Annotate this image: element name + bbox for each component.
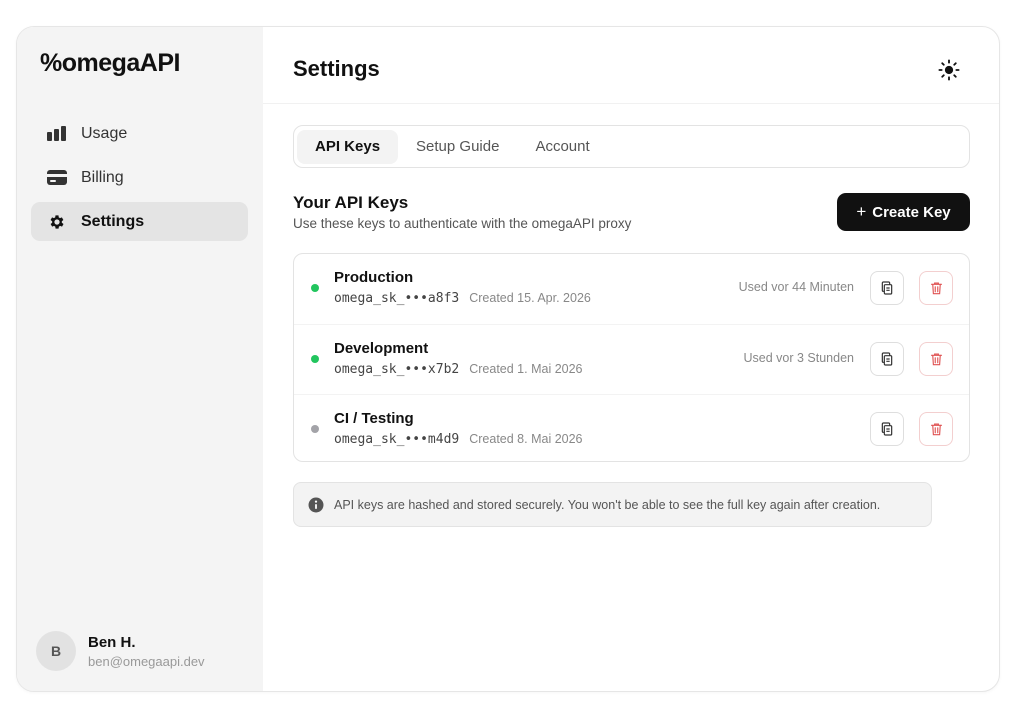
sidebar-item-settings[interactable]: Settings [31, 202, 248, 241]
sidebar: %omegaAPI Usage Billing Settings B Ben H… [17, 27, 263, 691]
api-key-row: Production omega_sk_•••a8f3 Created 15. … [294, 254, 969, 323]
user-profile[interactable]: B Ben H. ben@omegaapi.dev [36, 631, 205, 671]
api-key-list: Production omega_sk_•••a8f3 Created 15. … [293, 253, 970, 462]
tab-account[interactable]: Account [517, 130, 607, 164]
status-dot [311, 284, 319, 292]
delete-key-button[interactable] [919, 412, 953, 446]
trash-icon [930, 423, 942, 436]
key-mask: omega_sk_•••m4d9 [334, 432, 460, 447]
tab-api-keys[interactable]: API Keys [297, 129, 399, 164]
key-name: Development [334, 340, 429, 357]
bar-chart-icon [47, 124, 67, 144]
sidebar-item-label: Billing [81, 168, 124, 186]
settings-tabs: API Keys Setup Guide Account [293, 125, 970, 168]
create-key-button[interactable]: + Create Key [837, 193, 970, 231]
avatar: B [36, 631, 76, 671]
app-logo[interactable]: %omegaAPI [40, 49, 180, 78]
page-title: Settings [293, 56, 380, 81]
gear-icon [47, 212, 67, 232]
key-created: Created 15. Apr. 2026 [469, 291, 591, 305]
create-key-label: Create Key [872, 203, 951, 221]
user-email: ben@omegaapi.dev [88, 653, 205, 669]
section-title: Your API Keys [293, 193, 409, 212]
theme-toggle-button[interactable] [937, 58, 961, 82]
key-mask: omega_sk_•••x7b2 [334, 362, 460, 377]
key-last-used: Used vor 3 Stunden [743, 351, 855, 365]
section-subtitle: Use these keys to authenticate with the … [293, 216, 632, 231]
key-name: CI / Testing [334, 410, 414, 427]
sidebar-item-usage[interactable]: Usage [31, 114, 248, 153]
copy-icon [881, 281, 893, 295]
delete-key-button[interactable] [919, 342, 953, 376]
user-name: Ben H. [88, 633, 136, 651]
status-dot [311, 425, 319, 433]
status-dot [311, 355, 319, 363]
plus-icon: + [856, 202, 867, 221]
copy-key-button[interactable] [870, 342, 904, 376]
key-meta: omega_sk_•••x7b2 Created 1. Mai 2026 [334, 362, 583, 377]
sidebar-item-label: Settings [81, 212, 145, 230]
info-icon [308, 497, 324, 512]
key-meta: omega_sk_•••m4d9 Created 8. Mai 2026 [334, 432, 583, 447]
notice-text: API keys are hashed and stored securely.… [334, 497, 881, 512]
trash-icon [930, 353, 942, 366]
tab-setup-guide[interactable]: Setup Guide [398, 130, 517, 164]
page-header: Settings [263, 27, 999, 104]
copy-icon [881, 422, 893, 436]
key-meta: omega_sk_•••a8f3 Created 15. Apr. 2026 [334, 291, 591, 306]
credit-card-icon [47, 168, 67, 188]
key-name: Production [334, 269, 414, 286]
api-key-row: Development omega_sk_•••x7b2 Created 1. … [294, 324, 969, 393]
api-key-row: CI / Testing omega_sk_•••m4d9 Created 8.… [294, 394, 969, 463]
trash-icon [930, 282, 942, 295]
copy-key-button[interactable] [870, 271, 904, 305]
key-created: Created 8. Mai 2026 [469, 432, 583, 446]
sun-icon [938, 59, 960, 81]
app-window: %omegaAPI Usage Billing Settings B Ben H… [16, 26, 1000, 692]
sidebar-item-label: Usage [81, 124, 128, 142]
key-mask: omega_sk_•••a8f3 [334, 291, 460, 306]
sidebar-nav: Usage Billing Settings [31, 114, 248, 246]
copy-key-button[interactable] [870, 412, 904, 446]
main-content: Settings API Keys Setup Guide Account Yo… [263, 27, 999, 691]
key-created: Created 1. Mai 2026 [469, 362, 583, 376]
key-last-used: Used vor 44 Minuten [738, 280, 854, 294]
copy-icon [881, 352, 893, 366]
sidebar-item-billing[interactable]: Billing [31, 158, 248, 197]
delete-key-button[interactable] [919, 271, 953, 305]
security-notice: API keys are hashed and stored securely.… [293, 482, 932, 527]
